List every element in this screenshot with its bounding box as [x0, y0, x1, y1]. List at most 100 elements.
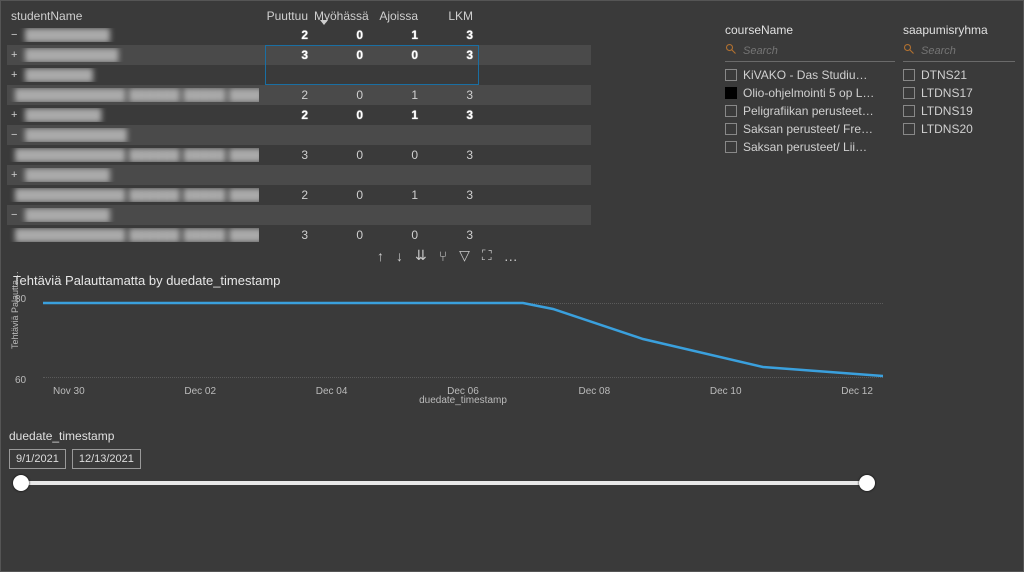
- cell-name: +███████████: [7, 48, 259, 62]
- cell-ajoissa: 0: [369, 48, 424, 62]
- timeline-end-date[interactable]: 12/13/2021: [72, 449, 141, 469]
- slicer-search[interactable]: [903, 41, 1015, 62]
- cell-puuttuu: 2: [259, 188, 314, 202]
- x-tick: Dec 04: [316, 386, 348, 404]
- checkbox-icon[interactable]: [725, 141, 737, 153]
- x-axis-label: duedate_timestamp: [419, 395, 507, 406]
- checkbox-icon[interactable]: [725, 69, 737, 81]
- line-chart[interactable]: Tehtäviä Palauttamatta by duedate_timest…: [13, 273, 883, 413]
- checkbox-icon[interactable]: [903, 105, 915, 117]
- table-row[interactable]: █████████████ ██████ █████ ████2013: [7, 85, 591, 105]
- cell-lkm: 3: [424, 108, 479, 122]
- x-tick: Nov 30: [53, 386, 85, 404]
- col-puuttuu[interactable]: Puuttuu: [259, 9, 314, 23]
- col-lkm[interactable]: LKM: [424, 9, 479, 23]
- cell-name: +█████████: [7, 108, 259, 122]
- timeline-handle-end[interactable]: [859, 475, 875, 491]
- saapumisryhma-slicer[interactable]: saapumisryhma DTNS21LTDNS17LTDNS19LTDNS2…: [903, 23, 1015, 138]
- checkbox-icon[interactable]: [903, 123, 915, 135]
- matrix-toolbar: ↑ ↓ ⇊ ⑂ ▽ ⛶ …: [377, 247, 518, 264]
- more-options-icon[interactable]: …: [504, 248, 518, 264]
- slicer-item[interactable]: Saksan perusteet/ Fre…: [725, 120, 895, 138]
- hierarchy-icon[interactable]: ⑂: [439, 248, 447, 264]
- col-ajoissa[interactable]: Ajoissa: [369, 9, 424, 23]
- cell-name: +████████: [7, 68, 259, 82]
- col-studentname[interactable]: studentName: [7, 9, 259, 23]
- slicer-item[interactable]: LTDNS17: [903, 84, 1015, 102]
- x-tick: Dec 08: [579, 386, 611, 404]
- slicer-item-label: LTDNS17: [921, 86, 973, 100]
- slicer-item-label: KiVAKO - Das Studiu…: [743, 68, 868, 82]
- table-row[interactable]: +████████: [7, 65, 591, 85]
- checkbox-icon[interactable]: [903, 87, 915, 99]
- timeline-slicer[interactable]: duedate_timestamp 9/1/2021 12/13/2021: [9, 429, 879, 489]
- checkbox-icon[interactable]: [903, 69, 915, 81]
- cell-ajoissa: 0: [369, 148, 424, 162]
- focus-mode-icon[interactable]: ⛶: [482, 247, 492, 264]
- col-myohassa[interactable]: Myöhässä: [314, 9, 369, 23]
- cell-name: +██████████: [7, 168, 259, 182]
- table-row[interactable]: +███████████3003: [7, 45, 591, 65]
- drill-up-icon[interactable]: ↑: [377, 248, 384, 264]
- cell-lkm: 3: [424, 48, 479, 62]
- table-row[interactable]: −██████████: [7, 205, 591, 225]
- timeline-track[interactable]: [21, 481, 867, 485]
- drill-down-icon[interactable]: ↓: [396, 248, 403, 264]
- cell-lkm: 3: [424, 148, 479, 162]
- expand-all-icon[interactable]: ⇊: [415, 247, 427, 264]
- x-tick: Dec 02: [184, 386, 216, 404]
- search-input[interactable]: [919, 44, 1015, 58]
- cell-name: −████████████: [7, 128, 259, 142]
- filter-icon[interactable]: ▽: [459, 247, 470, 264]
- x-tick: Dec 12: [841, 386, 873, 404]
- cell-name: █████████████ ██████ █████ ████: [7, 188, 259, 202]
- cell-lkm: 3: [424, 28, 479, 42]
- table-row[interactable]: █████████████ ██████ █████ ████2013: [7, 185, 591, 205]
- cell-lkm: 3: [424, 88, 479, 102]
- slicer-item[interactable]: KiVAKO - Das Studiu…: [725, 66, 895, 84]
- cell-ajoissa: 1: [369, 188, 424, 202]
- slicer-item[interactable]: Peligrafiikan perusteet…: [725, 102, 895, 120]
- cell-myohassa: 0: [314, 108, 369, 122]
- timeline-handle-start[interactable]: [13, 475, 29, 491]
- cell-ajoissa: 0: [369, 228, 424, 242]
- cell-name: −██████████: [7, 208, 259, 222]
- coursename-slicer[interactable]: courseName KiVAKO - Das Studiu… Olio-ohje…: [725, 23, 895, 156]
- table-row[interactable]: █████████████ ██████ █████ ████3003: [7, 225, 591, 243]
- y-axis-ticks: 80 60: [15, 294, 26, 386]
- slicer-item[interactable]: Olio-ohjelmointi 5 op L…: [725, 84, 895, 102]
- slicer-item-label: LTDNS20: [921, 122, 973, 136]
- cell-myohassa: 0: [314, 148, 369, 162]
- timeline-title: duedate_timestamp: [9, 429, 879, 443]
- search-icon: [903, 43, 915, 58]
- matrix-header: studentName Puuttuu Myöhässä Ajoissa LKM: [7, 5, 591, 25]
- checkbox-icon[interactable]: [725, 105, 737, 117]
- slicer-item[interactable]: LTDNS20: [903, 120, 1015, 138]
- timeline-start-date[interactable]: 9/1/2021: [9, 449, 66, 469]
- cell-name: █████████████ ██████ █████ ████: [7, 88, 259, 102]
- cell-ajoissa: 1: [369, 108, 424, 122]
- slicer-item[interactable]: Saksan perusteet/ Lii…: [725, 138, 895, 156]
- x-tick: Dec 10: [710, 386, 742, 404]
- table-row[interactable]: █████████████ ██████ █████ ████3003: [7, 145, 591, 165]
- student-matrix[interactable]: studentName Puuttuu Myöhässä Ajoissa LKM…: [7, 5, 591, 245]
- cell-name: █████████████ ██████ █████ ████: [7, 228, 259, 242]
- slicer-search[interactable]: [725, 41, 895, 62]
- table-row[interactable]: +█████████2013: [7, 105, 591, 125]
- search-input[interactable]: [741, 44, 895, 58]
- slicer-title: courseName: [725, 23, 895, 37]
- table-row[interactable]: −████████████: [7, 125, 591, 145]
- cell-myohassa: 0: [314, 228, 369, 242]
- table-row[interactable]: +██████████: [7, 165, 591, 185]
- chart-title: Tehtäviä Palauttamatta by duedate_timest…: [13, 273, 883, 288]
- slicer-item[interactable]: LTDNS19: [903, 102, 1015, 120]
- cell-name: █████████████ ██████ █████ ████: [7, 148, 259, 162]
- checkbox-icon[interactable]: [725, 123, 737, 135]
- table-row[interactable]: −██████████2013: [7, 25, 591, 45]
- checkbox-icon[interactable]: [725, 87, 737, 99]
- slicer-item[interactable]: DTNS21: [903, 66, 1015, 84]
- cell-puuttuu: 3: [259, 148, 314, 162]
- slicer-item-label: DTNS21: [921, 68, 967, 82]
- cell-myohassa: 0: [314, 28, 369, 42]
- slicer-item-label: LTDNS19: [921, 104, 973, 118]
